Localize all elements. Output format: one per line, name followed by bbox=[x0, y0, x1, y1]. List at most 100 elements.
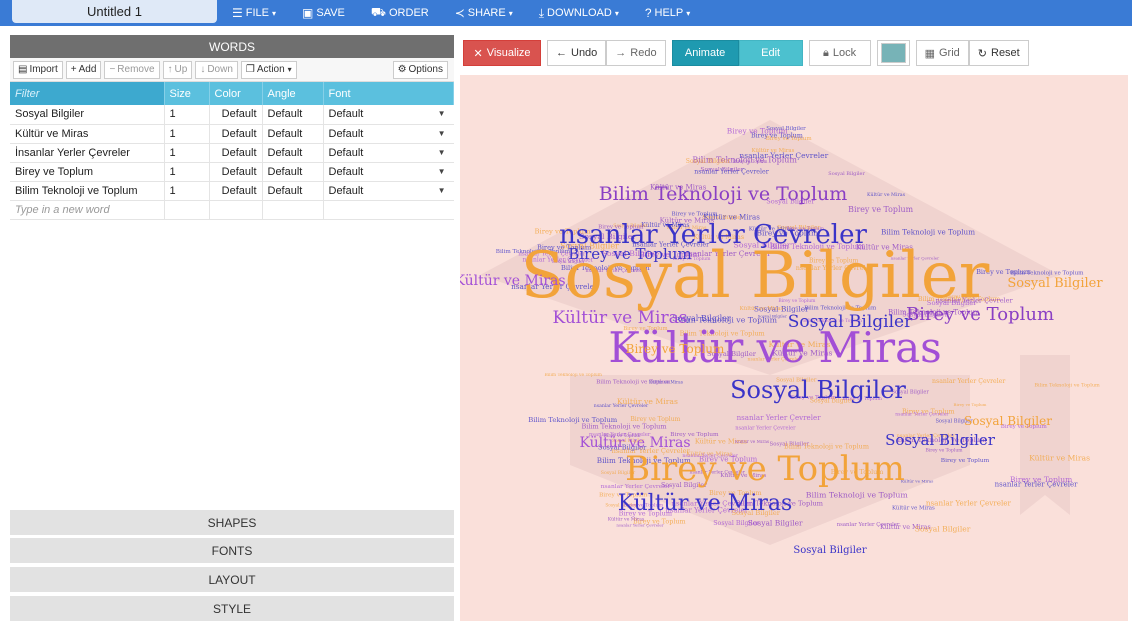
cell-font[interactable]: Default ▼ bbox=[323, 162, 454, 182]
lock-button[interactable]: 🔒︎ Lock bbox=[808, 40, 871, 66]
dropdown-arrow-icon[interactable]: ▼ bbox=[438, 186, 446, 195]
word-cloud-canvas[interactable]: nsanlar Yerler Çevreler nsanlar Yerler Çe… bbox=[460, 75, 1128, 621]
cell-font[interactable]: Default ▼ bbox=[323, 124, 454, 144]
accordion-shapes[interactable]: SHAPES bbox=[10, 510, 454, 535]
menu-help[interactable]: ? HELP ▾ bbox=[645, 6, 690, 20]
arrow-left-icon: ← bbox=[556, 47, 567, 59]
cap-birey-ve-toplum: Birey ve Toplum bbox=[625, 449, 905, 489]
cell-word[interactable]: İnsanlar Yerler Çevreler bbox=[10, 143, 165, 163]
cell-word[interactable]: Bilim Teknoloji ve Toplum bbox=[10, 181, 165, 201]
menu-order[interactable]: ⛟ ORDER bbox=[371, 5, 429, 21]
menu-file[interactable]: ☰ FILE ▾ bbox=[232, 6, 276, 20]
cell-color[interactable]: Default bbox=[209, 181, 263, 201]
table-row[interactable]: Kültür ve Miras 1 Default Default Default ▼ bbox=[10, 124, 454, 144]
column-angle[interactable]: Angle bbox=[262, 82, 324, 105]
cell-size[interactable]: 1 bbox=[164, 105, 210, 125]
cloud-filler-word: Birey ve Toplum bbox=[1010, 475, 1072, 484]
cell-size[interactable]: 1 bbox=[164, 124, 210, 144]
table-row[interactable]: Sosyal Bilgiler 1 Default Default Default ▼ bbox=[10, 105, 454, 125]
import-icon: ▤ bbox=[18, 64, 28, 75]
cell-size[interactable]: 1 bbox=[164, 181, 210, 201]
cell-font[interactable]: Default ▼ bbox=[323, 181, 454, 201]
cell-color[interactable]: Default bbox=[209, 162, 263, 182]
accordion-fonts[interactable]: FONTS bbox=[10, 538, 454, 563]
column-color[interactable]: Color bbox=[209, 82, 263, 105]
cell-size[interactable]: 1 bbox=[164, 143, 210, 163]
dropdown-arrow-icon[interactable]: ▼ bbox=[438, 148, 446, 157]
add-button[interactable]: + Add bbox=[65, 60, 102, 79]
down-button[interactable]: ↓ Down bbox=[195, 60, 238, 79]
redo-button[interactable]: → Redo bbox=[606, 40, 666, 66]
up-button[interactable]: ↑ Up bbox=[162, 60, 193, 79]
cap-sosyal-bilgiler-5: Sosyal Bilgiler bbox=[793, 545, 866, 556]
cell-size[interactable]: 1 bbox=[164, 162, 210, 182]
table-row[interactable]: İnsanlar Yerler Çevreler 1 Default Default D… bbox=[10, 143, 454, 163]
cell-word[interactable]: Birey ve Toplum bbox=[10, 162, 165, 182]
menu-download-label: DOWNLOAD bbox=[547, 7, 612, 19]
cell-angle[interactable]: Default bbox=[262, 181, 324, 201]
accordion-style[interactable]: STYLE bbox=[10, 596, 454, 621]
new-word-input[interactable]: Type in a new word bbox=[10, 200, 165, 220]
cell-size-value: 1 bbox=[169, 184, 176, 197]
cell-color[interactable]: Default bbox=[209, 105, 263, 125]
document-title-tab[interactable]: Untitled 1 bbox=[12, 0, 217, 23]
new-word-cell[interactable] bbox=[323, 200, 454, 220]
options-button[interactable]: ⚙ Options bbox=[392, 60, 448, 79]
menu-file-label: FILE bbox=[245, 7, 269, 19]
cell-size-value: 1 bbox=[169, 108, 176, 121]
cell-font-value: Default bbox=[328, 184, 364, 197]
visualize-label: Visualize bbox=[486, 47, 531, 59]
cell-angle[interactable]: Default bbox=[262, 105, 324, 125]
copy-icon: ❐ bbox=[245, 64, 255, 75]
remove-button[interactable]: − Remove bbox=[104, 60, 160, 79]
cell-font[interactable]: Default ▼ bbox=[323, 143, 454, 163]
menu-save-label: SAVE bbox=[316, 7, 345, 19]
cell-word[interactable]: Sosyal Bilgiler bbox=[10, 105, 165, 125]
menu-share[interactable]: ≺ SHARE ▾ bbox=[455, 6, 513, 20]
caret-down-icon: ▾ bbox=[614, 8, 619, 18]
undo-button[interactable]: ← Undo bbox=[547, 40, 607, 66]
help-icon: ? bbox=[644, 6, 652, 20]
cap-sosyal-bilgiler-6: Sosyal Bilgiler bbox=[1007, 276, 1103, 291]
cell-color[interactable]: Default bbox=[209, 124, 263, 144]
menu-save[interactable]: ▣ SAVE bbox=[302, 6, 345, 20]
cell-word-value: Sosyal Bilgiler bbox=[15, 108, 85, 121]
new-word-cell[interactable] bbox=[209, 200, 263, 220]
cell-word[interactable]: Kültür ve Miras bbox=[10, 124, 165, 144]
new-word-cell[interactable] bbox=[262, 200, 324, 220]
animate-button[interactable]: Animate bbox=[671, 40, 739, 66]
column-font[interactable]: Font bbox=[323, 82, 454, 105]
cell-font-value: Default bbox=[328, 165, 364, 178]
table-row[interactable]: Bilim Teknoloji ve Toplum 1 Default Default… bbox=[10, 181, 454, 201]
save-icon: ▣ bbox=[302, 6, 314, 20]
column-size[interactable]: Size bbox=[164, 82, 210, 105]
color-swatch-button[interactable] bbox=[876, 40, 910, 66]
table-row[interactable]: Birey ve Toplum 1 Default Default Default ▼ bbox=[10, 162, 454, 182]
new-word-cell[interactable] bbox=[164, 200, 210, 220]
cell-color[interactable]: Default bbox=[209, 143, 263, 163]
accordion-layout[interactable]: LAYOUT bbox=[10, 567, 454, 592]
filter-input[interactable]: Filter bbox=[10, 82, 165, 105]
visualize-button[interactable]: ✕ Visualize bbox=[463, 40, 541, 66]
menu-download[interactable]: ⤓ DOWNLOAD ▾ bbox=[539, 6, 619, 21]
reset-button[interactable]: ↻ Reset bbox=[968, 40, 1029, 66]
cell-angle[interactable]: Default bbox=[262, 143, 324, 163]
menu-order-label: ORDER bbox=[389, 7, 429, 19]
dropdown-arrow-icon[interactable]: ▼ bbox=[438, 109, 446, 118]
cell-font[interactable]: Default ▼ bbox=[323, 105, 454, 125]
cell-font-value: Default bbox=[328, 108, 364, 121]
import-button[interactable]: ▤ Import bbox=[13, 60, 63, 79]
download-icon: ⤓ bbox=[538, 5, 545, 20]
cloud-filler-word: Birey ve Toplum bbox=[630, 416, 680, 423]
cell-angle[interactable]: Default bbox=[262, 162, 324, 182]
cell-angle[interactable]: Default bbox=[262, 124, 324, 144]
new-word-row[interactable]: Type in a new word bbox=[10, 200, 454, 220]
action-dropdown[interactable]: ❐ Action ▾ bbox=[240, 60, 297, 79]
words-panel-header[interactable]: WORDS bbox=[10, 35, 454, 58]
dropdown-arrow-icon[interactable]: ▼ bbox=[438, 167, 446, 176]
grid-button[interactable]: ▦ Grid bbox=[915, 40, 969, 66]
cell-color-value: Default bbox=[221, 165, 257, 178]
add-label: Add bbox=[78, 64, 97, 75]
edit-button[interactable]: Edit bbox=[738, 40, 803, 66]
dropdown-arrow-icon[interactable]: ▼ bbox=[438, 129, 446, 138]
